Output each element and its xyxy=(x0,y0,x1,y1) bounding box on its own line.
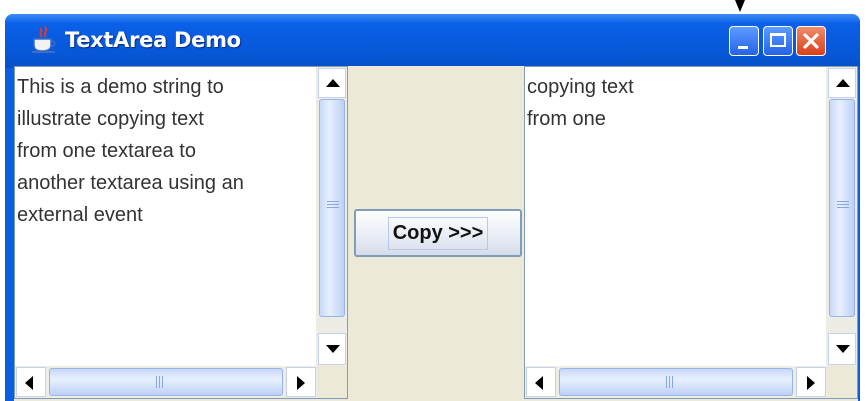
scroll-corner xyxy=(317,366,347,398)
vertical-scroll-thumb[interactable] xyxy=(829,99,855,317)
horizontal-scroll-thumb[interactable] xyxy=(559,368,793,396)
arrow-left-icon xyxy=(25,376,33,390)
grip-icon xyxy=(156,376,157,388)
arrow-down-icon xyxy=(326,345,340,353)
copy-button[interactable]: Copy >>> xyxy=(354,209,522,257)
arrow-right-icon xyxy=(807,376,815,390)
scroll-left-button[interactable] xyxy=(526,367,556,397)
scroll-up-button[interactable] xyxy=(318,68,346,98)
copy-button-label: Copy >>> xyxy=(387,216,489,250)
grip-icon xyxy=(837,201,849,202)
maximize-button[interactable] xyxy=(763,26,793,56)
close-icon xyxy=(803,33,819,49)
title-bar[interactable]: TextArea Demo xyxy=(5,14,860,68)
grip-icon xyxy=(666,376,667,388)
horizontal-scrollbar[interactable] xyxy=(15,366,317,398)
vertical-scrollbar[interactable] xyxy=(826,67,857,366)
close-button[interactable] xyxy=(796,26,826,56)
java-cup-icon xyxy=(32,26,56,53)
scroll-corner xyxy=(827,366,857,398)
content-panel: This is a demo string to illustrate copy… xyxy=(14,66,858,401)
grip-icon xyxy=(327,201,339,202)
scroll-up-button[interactable] xyxy=(828,68,856,98)
arrow-up-icon xyxy=(836,79,850,87)
scroll-right-button[interactable] xyxy=(796,367,826,397)
left-scroll-pane: This is a demo string to illustrate copy… xyxy=(14,66,348,399)
target-textarea[interactable]: copying text from one xyxy=(525,67,827,366)
horizontal-scroll-thumb[interactable] xyxy=(49,368,283,396)
arrow-up-icon xyxy=(326,79,340,87)
right-scroll-pane: copying text from one xyxy=(524,66,858,399)
window-title: TextArea Demo xyxy=(65,28,241,52)
source-textarea[interactable]: This is a demo string to illustrate copy… xyxy=(15,67,317,366)
mouse-pointer-icon xyxy=(735,0,745,12)
scroll-down-button[interactable] xyxy=(318,333,346,365)
application-window: TextArea Demo This is a demo string to i… xyxy=(5,14,860,401)
scroll-down-button[interactable] xyxy=(828,333,856,365)
horizontal-scrollbar[interactable] xyxy=(525,366,827,398)
minimize-button[interactable] xyxy=(729,26,759,56)
minimize-icon xyxy=(738,46,748,49)
arrow-left-icon xyxy=(535,376,543,390)
vertical-scrollbar[interactable] xyxy=(316,67,347,366)
maximize-icon xyxy=(770,33,786,47)
scroll-left-button[interactable] xyxy=(16,367,46,397)
arrow-down-icon xyxy=(836,345,850,353)
vertical-scroll-thumb[interactable] xyxy=(319,99,345,317)
arrow-right-icon xyxy=(297,376,305,390)
scroll-right-button[interactable] xyxy=(286,367,316,397)
